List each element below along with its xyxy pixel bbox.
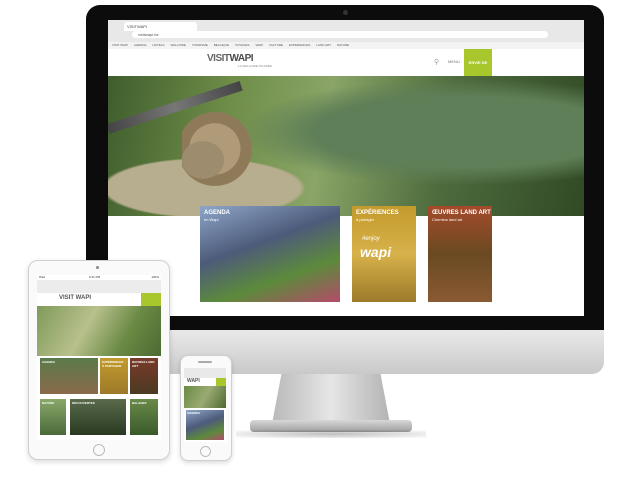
hero-image [184,386,226,408]
bookmark-item[interactable]: EXPERIENCES [289,42,310,49]
card-hashtag: #enjoy [362,236,380,242]
agenda-card[interactable]: AGENDA en Wapi [200,206,340,302]
imac-shadow [236,430,426,438]
land-art-card[interactable]: ŒUVRES LAND ART Chemins land art [428,206,492,302]
cta-button[interactable] [216,378,226,386]
bookmark-item[interactable]: WALLONIE [171,42,186,49]
bookmarks-bar: VISIT WAPI AGENDA HOTELS WALLONIE TOURIS… [108,42,584,49]
card-subtitle: en Wapi [204,217,219,222]
site-header [108,49,584,76]
home-button-icon[interactable] [200,446,211,457]
cta-button[interactable] [141,293,161,306]
hero-helmet [176,136,230,184]
experiences-tile[interactable]: EXPÉRIENCES À PARTAGER [100,358,128,394]
bookmark-item[interactable]: AGENDA [134,42,147,49]
content-tile[interactable]: DÉCOUVERTES [70,399,126,435]
bookmark-item[interactable]: LAND ART [316,42,331,49]
desktop-screen: VISITWAPI visitwapi.be VISIT WAPI AGENDA… [108,20,584,316]
browser-chrome: VISITWAPI visitwapi.be [108,20,584,43]
card-title: ŒUVRES LAND ART [432,210,491,216]
bookmark-item[interactable]: VOYAGES [235,42,249,49]
bookmark-item[interactable]: BELGIQUE [214,42,229,49]
bookmark-item[interactable]: VISIT WAPI [112,42,128,49]
camera-icon [343,10,348,15]
home-button-icon[interactable] [93,444,105,456]
camera-icon [96,266,99,269]
site-logo[interactable]: WAPI [187,378,200,384]
menu-button[interactable]: MENU [448,59,460,64]
card-brand: wapi [360,244,392,260]
address-bar[interactable]: visitwapi.be [132,31,548,38]
site-tagline: LA WALLONIE PICARDE [238,64,272,68]
bookmark-item[interactable]: NATURE [337,42,349,49]
browser-chrome [37,280,161,293]
browser-chrome [184,368,226,378]
bookmark-item[interactable]: HOTELS [153,42,165,49]
site-logo[interactable]: VISIT WAPI [59,295,91,301]
bookmark-item[interactable]: CULTURE [269,42,283,49]
bookmark-item[interactable]: TOURISME [192,42,208,49]
phone-screen: WAPI AGENDA [184,368,226,442]
card-subtitle: Chemins land art [432,217,463,222]
agenda-card[interactable]: AGENDA [186,410,224,440]
land-art-tile[interactable]: ŒUVRES LAND ART [130,358,158,394]
card-title: AGENDA [204,210,231,216]
content-tile[interactable]: BALADES [130,399,158,435]
site-logo[interactable]: VISITWAPI [207,53,254,64]
agenda-tile[interactable]: AGENDA [40,358,98,394]
tablet-screen: iPad 9:41 PM 100% VISIT WAPI AGENDA EXPÉ… [37,275,161,440]
content-tile[interactable]: NATURE [40,399,66,435]
card-subtitle: à partager [356,217,375,222]
card-title: EXPÉRIENCES [356,210,399,216]
hero-image [37,306,161,356]
search-icon[interactable]: ⚲ [434,58,439,66]
bookmark-item[interactable]: WAPI [256,42,264,49]
experiences-card[interactable]: EXPÉRIENCES à partager #enjoy wapi [352,206,416,302]
cta-button[interactable]: ENVIE DE [464,49,492,76]
speaker-icon [198,361,212,363]
imac-stand [272,374,390,424]
browser-tab[interactable]: VISITWAPI [124,22,197,31]
